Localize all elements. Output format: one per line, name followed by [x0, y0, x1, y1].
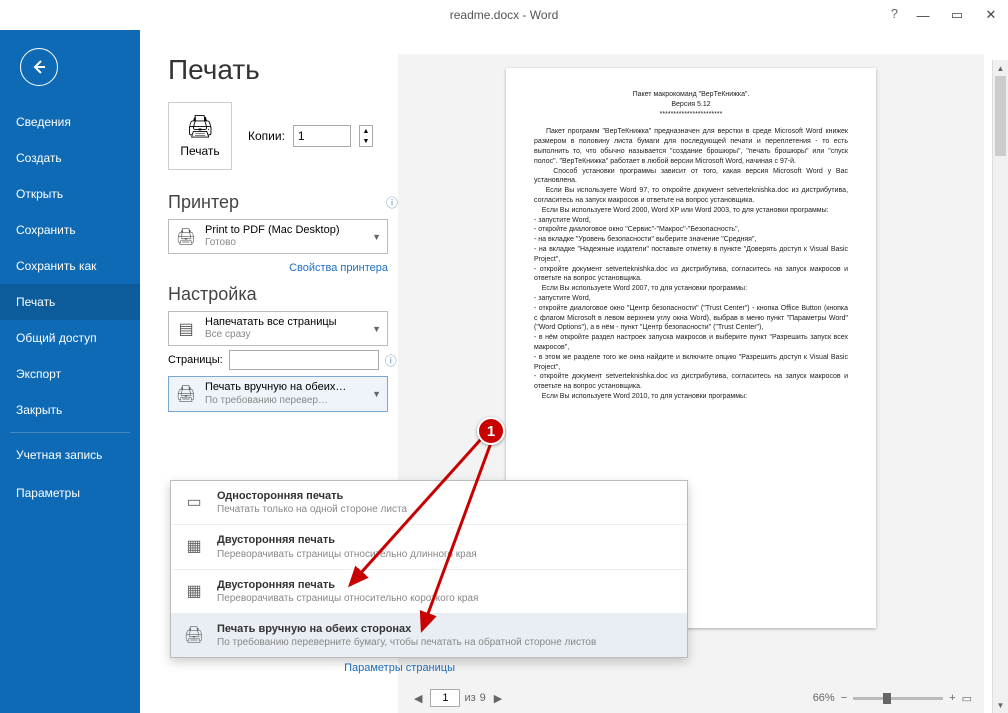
copies-spinner[interactable]: ▲▼: [359, 125, 373, 147]
preview-scrollbar[interactable]: ▲ ▼: [992, 60, 1008, 713]
page-next-button[interactable]: ▶: [490, 692, 506, 705]
print-range-dropdown[interactable]: ▤ Напечатать все страницы Все сразу ▼: [168, 311, 388, 346]
page-number-input[interactable]: [430, 689, 460, 707]
sidebar-item-new[interactable]: Создать: [0, 140, 140, 176]
sidebar-item-open[interactable]: Открыть: [0, 176, 140, 212]
duplex-option-single[interactable]: ▭ Односторонняя печать Печатать только н…: [171, 481, 687, 525]
sidebar-item-print[interactable]: Печать: [0, 284, 140, 320]
info-icon[interactable]: ⓘ: [386, 194, 398, 211]
page-flip-short-icon: ▦: [181, 578, 207, 604]
sidebar-item-info[interactable]: Сведения: [0, 104, 140, 140]
print-button-label: Печать: [180, 144, 219, 158]
chevron-down-icon: ▼: [372, 389, 381, 399]
print-button[interactable]: 🖨 Печать: [168, 102, 232, 170]
minimize-button[interactable]: —: [906, 0, 940, 30]
sidebar-item-saveas[interactable]: Сохранить как: [0, 248, 140, 284]
page-total: 9: [480, 692, 486, 704]
backstage-sidebar: Сведения Создать Открыть Сохранить Сохра…: [0, 30, 140, 713]
chevron-down-icon: ▼: [372, 324, 381, 334]
printer-status: Готово: [205, 237, 364, 249]
preview-h2: Версия 5.12: [534, 100, 848, 110]
printer-icon: 🖨: [186, 114, 214, 140]
help-icon[interactable]: ?: [891, 6, 898, 21]
copies-input[interactable]: [293, 125, 351, 147]
printer-heading: Принтер: [168, 192, 239, 213]
sidebar-item-account[interactable]: Учетная запись: [0, 437, 140, 475]
duplex-dropdown-popup: ▭ Односторонняя печать Печатать только н…: [170, 480, 688, 658]
print-range-sub: Все сразу: [205, 329, 364, 341]
info-icon[interactable]: ⓘ: [385, 352, 397, 369]
pages-icon: ▤: [175, 318, 197, 340]
printer-name: Print to PDF (Mac Desktop): [205, 224, 364, 237]
preview-h3: ***********************: [534, 110, 848, 120]
duplex-title: Печать вручную на обеих…: [205, 381, 364, 394]
preview-body: Пакет программ "ВерТеКнижка" предназначе…: [534, 127, 848, 401]
print-range-title: Напечатать все страницы: [205, 316, 364, 329]
zoom-value: 66%: [813, 692, 835, 704]
sidebar-item-close[interactable]: Закрыть: [0, 392, 140, 428]
printer-properties-link[interactable]: Свойства принтера: [289, 262, 388, 274]
restore-button[interactable]: ▭: [940, 0, 974, 30]
duplex-option-short-edge[interactable]: ▦ Двусторонняя печать Переворачивать стр…: [171, 570, 687, 614]
page-sep: из: [464, 692, 475, 704]
sidebar-item-options[interactable]: Параметры: [0, 475, 140, 511]
page-params-link[interactable]: Параметры страницы: [344, 662, 455, 674]
printer-device-icon: 🖨: [175, 226, 197, 248]
zoom-slider[interactable]: [853, 697, 943, 700]
back-button[interactable]: [20, 48, 58, 86]
preview-h1: Пакет макрокоманд "ВерТеКнижка".: [534, 90, 848, 100]
copies-label: Копии:: [248, 129, 285, 143]
pages-input[interactable]: [229, 350, 379, 370]
duplex-option-long-edge[interactable]: ▦ Двусторонняя печать Переворачивать стр…: [171, 525, 687, 569]
sidebar-item-export[interactable]: Экспорт: [0, 356, 140, 392]
page-prev-button[interactable]: ◀: [410, 692, 426, 705]
duplex-option-manual[interactable]: 🖨 Печать вручную на обеих сторонах По тр…: [171, 614, 687, 657]
page-single-icon: ▭: [181, 489, 207, 515]
settings-heading: Настройка: [168, 284, 257, 305]
duplex-icon: 🖨: [175, 383, 197, 405]
window-title: readme.docx - Word: [450, 8, 559, 22]
sidebar-item-share[interactable]: Общий доступ: [0, 320, 140, 356]
page-title: Печать: [168, 54, 398, 86]
duplex-sub: По требованию перевер…: [205, 395, 364, 407]
zoom-in-button[interactable]: +: [949, 692, 955, 704]
pages-label: Страницы:: [168, 354, 223, 366]
page-manual-icon: 🖨: [181, 622, 207, 648]
chevron-down-icon: ▼: [372, 232, 381, 242]
close-button[interactable]: ✕: [974, 0, 1008, 30]
page-flip-long-icon: ▦: [181, 533, 207, 559]
zoom-out-button[interactable]: −: [841, 692, 847, 704]
sidebar-item-save[interactable]: Сохранить: [0, 212, 140, 248]
annotation-marker-1: 1: [477, 417, 505, 445]
printer-dropdown[interactable]: 🖨 Print to PDF (Mac Desktop) Готово ▼: [168, 219, 388, 254]
zoom-fit-button[interactable]: ▭: [962, 692, 972, 705]
duplex-dropdown[interactable]: 🖨 Печать вручную на обеих… По требованию…: [168, 376, 388, 411]
